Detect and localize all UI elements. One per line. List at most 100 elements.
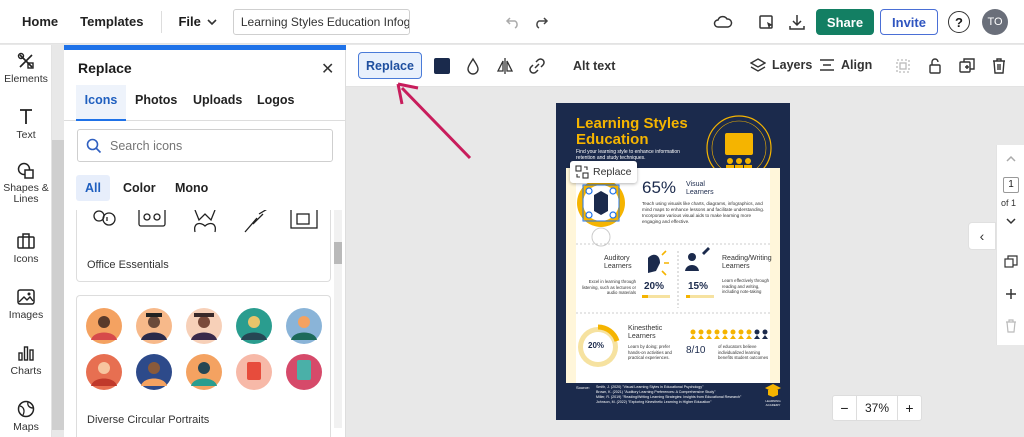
visual-label2[interactable]: Learners (686, 189, 714, 196)
rail-item-icons[interactable]: Icons (0, 231, 52, 265)
rail-label: Maps (13, 421, 39, 433)
infographic-title-line1[interactable]: Learning Styles (576, 115, 688, 132)
present-icon[interactable] (756, 11, 778, 33)
trash-icon[interactable] (990, 57, 1008, 75)
page-count: of 1 (1001, 198, 1017, 208)
infographic-page[interactable]: Learning Styles Education Find your lear… (556, 103, 790, 420)
replace-button[interactable]: Replace (358, 52, 422, 79)
rail-item-elements[interactable]: Elements (0, 51, 52, 85)
layers-button[interactable]: Layers (750, 57, 812, 73)
kinesthetic-percent[interactable]: 20% (588, 341, 604, 350)
download-icon[interactable] (786, 11, 808, 33)
undo-icon[interactable] (502, 11, 524, 33)
auditory-label2[interactable]: Learners (604, 263, 632, 270)
visual-percent[interactable]: 65% (642, 178, 676, 198)
rail-item-charts[interactable]: Charts (0, 343, 52, 377)
align-label: Align (841, 58, 873, 72)
office-essentials-card[interactable]: Office Essentials (76, 210, 331, 282)
rail-label: Text (16, 129, 36, 141)
tab-logos[interactable]: Logos (257, 85, 295, 121)
search-box[interactable] (77, 129, 333, 162)
page-number[interactable]: 1 (1003, 177, 1019, 193)
infographic-subtitle[interactable]: Find your learning style to enhance info… (576, 149, 688, 161)
office-icons-row (93, 210, 318, 233)
source-line: Brown, K. (2021) "Auditory Learning Pref… (596, 390, 716, 394)
templates-link[interactable]: Templates (80, 14, 143, 29)
collapse-panel-button[interactable]: ‹ (968, 222, 996, 250)
educator-ratio-description[interactable]: of educators believe individualized lear… (718, 344, 776, 361)
rail-item-maps[interactable]: Maps (0, 399, 52, 433)
rail-item-text[interactable]: Text (0, 107, 52, 141)
flip-icon[interactable] (496, 57, 514, 75)
close-icon[interactable]: ✕ (321, 59, 334, 79)
alt-text-button[interactable]: Alt text (573, 59, 615, 73)
globe-icon (17, 400, 35, 418)
kinesthetic-label1[interactable]: Kinesthetic (628, 325, 662, 332)
auditory-percent[interactable]: 20% (644, 281, 664, 292)
home-link[interactable]: Home (22, 14, 58, 29)
kinesthetic-label2[interactable]: Learners (628, 333, 656, 340)
filter-color[interactable]: Color (114, 175, 165, 201)
visual-label1[interactable]: Visual (686, 181, 705, 188)
rail-scrollbar[interactable] (52, 140, 64, 430)
tab-uploads[interactable]: Uploads (193, 85, 242, 121)
avatar[interactable]: TO (982, 9, 1008, 35)
file-menu[interactable]: File (178, 14, 217, 29)
tab-icons[interactable]: Icons (76, 85, 126, 121)
align-button[interactable]: Align (819, 57, 872, 73)
align-icon (820, 59, 834, 71)
source-line: Johnson, M. (2022) "Exploring Kinestheti… (596, 400, 712, 404)
duplicate-page-icon[interactable] (1004, 255, 1018, 269)
reading-writing-label1[interactable]: Reading/Writing (722, 255, 772, 262)
auditory-description[interactable]: Excel in learning through listening, suc… (580, 279, 636, 296)
zoom-in-button[interactable]: + (897, 396, 921, 420)
link-icon[interactable] (528, 57, 546, 75)
filter-all[interactable]: All (76, 175, 110, 201)
replace-panel: Replace ✕ Icons Photos Uploads Logos All… (64, 45, 346, 437)
rail-item-images[interactable]: Images (0, 287, 52, 321)
rail-label: Charts (10, 365, 42, 377)
share-button[interactable]: Share (816, 9, 874, 35)
elements-icon (17, 52, 34, 69)
zoom-value[interactable]: 37% (857, 396, 897, 420)
panel-accent-bar (64, 45, 346, 50)
visual-description[interactable]: Teach using visuals like charts, diagram… (642, 201, 768, 225)
rail-label: Icons (13, 253, 39, 265)
rail-label: Elements (4, 73, 48, 85)
left-rail: Elements Text Shapes & Lines Icons Image… (0, 45, 52, 437)
opacity-icon[interactable] (464, 57, 482, 75)
delete-page-icon[interactable] (1004, 319, 1018, 333)
rail-item-shapes[interactable]: Shapes & Lines (0, 161, 52, 205)
auditory-label1[interactable]: Auditory (604, 255, 630, 262)
infographic-title-line2[interactable]: Education (576, 131, 649, 148)
reading-writing-label2[interactable]: Learners (722, 263, 750, 270)
reading-writing-description[interactable]: Learn effectively through reading and wr… (722, 278, 774, 295)
briefcase-icon (17, 233, 35, 249)
panel-scrollbar-thumb[interactable] (334, 242, 342, 264)
zoom-out-button[interactable]: − (833, 396, 857, 420)
document-title-input[interactable]: Learning Styles Education Infographic (232, 8, 410, 35)
reading-writing-percent[interactable]: 15% (688, 281, 708, 292)
educator-ratio[interactable]: 8/10 (686, 345, 705, 356)
filter-mono[interactable]: Mono (166, 175, 217, 201)
floating-replace-button[interactable]: Replace (570, 161, 637, 183)
chevron-up-icon[interactable] (1005, 153, 1017, 165)
annotation-arrow (396, 82, 472, 160)
search-input[interactable] (110, 138, 310, 153)
portrait-grid (86, 308, 322, 390)
invite-button[interactable]: Invite (880, 9, 938, 35)
help-icon[interactable]: ? (948, 11, 970, 33)
duplicate-icon[interactable] (958, 57, 976, 75)
kinesthetic-description[interactable]: Learn by doing; prefer hands-on activiti… (628, 344, 680, 361)
lock-icon[interactable] (926, 57, 944, 75)
chevron-down-icon[interactable] (1005, 215, 1017, 227)
topbar-divider (161, 10, 163, 33)
portraits-card[interactable]: Diverse Circular Portraits (76, 295, 331, 437)
color-swatch[interactable] (434, 58, 450, 74)
shapes-icon (17, 162, 34, 179)
crop-icon[interactable] (894, 57, 912, 75)
add-page-icon[interactable] (1004, 287, 1018, 301)
cloud-sync-icon[interactable] (712, 11, 734, 33)
tab-photos[interactable]: Photos (135, 85, 177, 121)
redo-icon[interactable] (530, 11, 552, 33)
